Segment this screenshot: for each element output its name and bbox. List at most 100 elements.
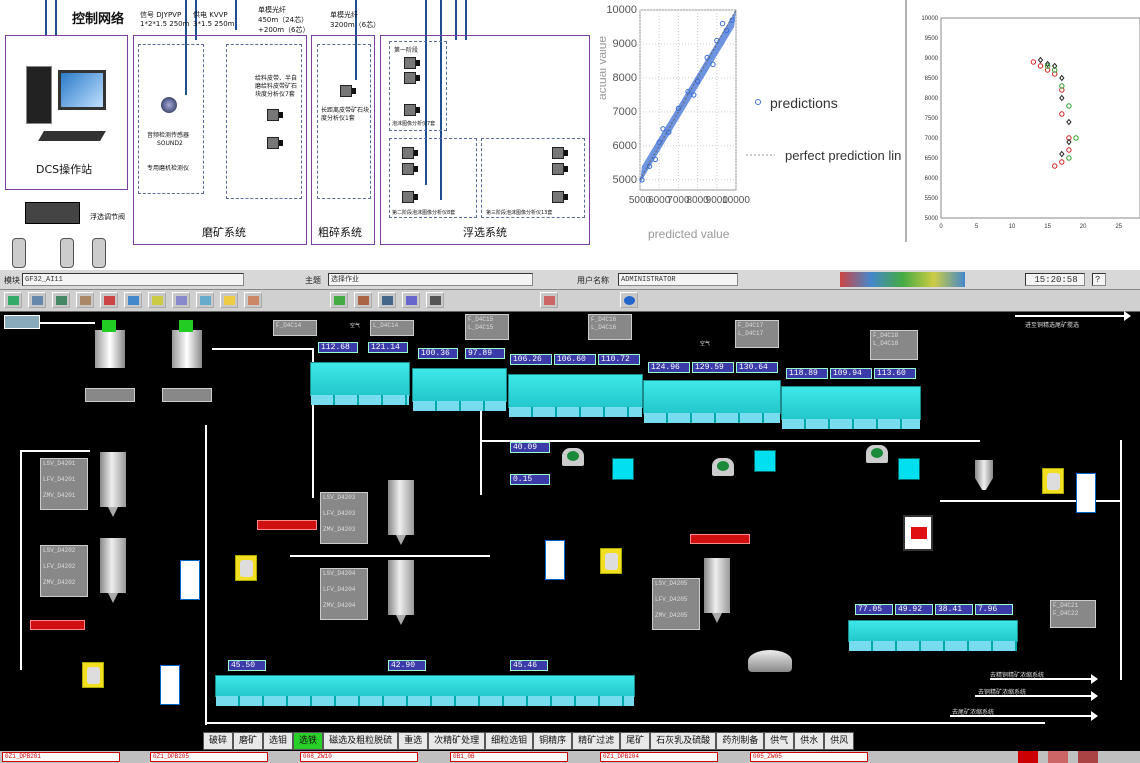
tab-7[interactable]: 细粒选钼 (485, 732, 534, 750)
thickener-vessel[interactable] (903, 515, 933, 551)
level-gauge (160, 665, 180, 705)
tab-1[interactable]: 磨矿 (233, 732, 264, 750)
agitator-tank-1[interactable] (95, 330, 125, 368)
tab-11[interactable]: 石灰乳及硫酸 (650, 732, 717, 750)
sump-box[interactable] (754, 450, 776, 472)
pump-box[interactable] (82, 662, 104, 688)
tab-13[interactable]: 供气 (764, 732, 795, 750)
outlet-arrow (1015, 311, 1131, 321)
alarm-item[interactable]: 0Z1_DPB204 (600, 752, 718, 762)
tag-box: F_D4C15 L_D4C15 (465, 314, 509, 340)
scavenger-cell-row[interactable] (215, 675, 635, 706)
to-copper1-label: 去精铜精矿浓缩系统 (990, 673, 1045, 679)
alarm-tag[interactable] (690, 534, 750, 544)
alarm-item[interactable]: 0Z1_DPB205 (150, 752, 268, 762)
y-tick-label: 6000 (613, 140, 637, 152)
sump-box[interactable] (612, 458, 634, 480)
tab-2[interactable]: 选钼 (263, 732, 294, 750)
sump-box[interactable] (898, 458, 920, 480)
alarm-item[interactable]: 005_ZW05 (750, 752, 868, 762)
pump-icon[interactable] (712, 458, 734, 476)
refresh-icon[interactable] (540, 292, 558, 308)
tag-label: LFV_D4205 (655, 596, 688, 603)
control-network-label: 控制网络 (72, 12, 125, 27)
table-icon[interactable] (76, 292, 94, 308)
alarm-item[interactable]: 008_ZW10 (300, 752, 418, 762)
pump-box[interactable] (600, 548, 622, 574)
flotation-cell-row-5[interactable] (781, 386, 921, 429)
cleaner-column-1[interactable] (100, 452, 126, 517)
alarm-tag[interactable] (257, 520, 317, 530)
users-icon[interactable] (124, 292, 142, 308)
tab-6[interactable]: 次精矿处理 (428, 732, 486, 750)
tab-9[interactable]: 精矿过滤 (572, 732, 621, 750)
pump-icon[interactable] (866, 445, 888, 463)
nav-arrows-icon[interactable] (4, 315, 40, 329)
pump-icon[interactable] (562, 448, 584, 466)
legend-marker-predictions (755, 99, 761, 105)
display-icon[interactable] (378, 292, 396, 308)
alarm-item[interactable]: 0B1_0B (450, 752, 568, 762)
tab-0[interactable]: 破碎 (203, 732, 234, 750)
pump-box[interactable] (1042, 468, 1064, 494)
flotation-cell-row-2[interactable] (412, 368, 507, 411)
trajectory-scatter-chart: 5000 5500 6000 6500 7000 7500 8000 8500 9000 9500… (905, 0, 1140, 242)
arrow-icon[interactable] (172, 292, 190, 308)
alarm-tag[interactable] (30, 620, 85, 630)
level-gauge (1076, 473, 1096, 513)
info-icon[interactable] (620, 292, 638, 308)
note-icon[interactable] (220, 292, 238, 308)
x-tick-label: 0 (939, 224, 943, 230)
flotation-cell-row-1[interactable] (310, 362, 410, 405)
tab-12[interactable]: 药剂制备 (716, 732, 765, 750)
tab-10[interactable]: 尾矿 (620, 732, 651, 750)
flotation-cell-row-3[interactable] (508, 374, 643, 417)
settings-icon[interactable] (426, 292, 444, 308)
cleaner-column-4[interactable] (388, 560, 414, 625)
trend-icon[interactable] (330, 292, 348, 308)
silence-icon[interactable] (1048, 751, 1068, 763)
cleaner-cell-row[interactable] (848, 620, 1018, 651)
dcs-box: DCS操作站 (5, 35, 128, 190)
chart-icon[interactable] (52, 292, 70, 308)
tab-8[interactable]: 铜精序 (533, 732, 573, 750)
theme-select[interactable]: 选择作业 (328, 273, 533, 286)
tab-15[interactable]: 供风 (824, 732, 855, 750)
tab-4[interactable]: 磁选及粗粒脱硫 (323, 732, 399, 750)
analyzer-sensor-icon (552, 191, 568, 203)
window-icon[interactable] (196, 292, 214, 308)
tag-box: F_D4C21 F_D4C22 (1050, 600, 1096, 628)
back-icon[interactable] (4, 292, 22, 308)
tag-label: L_D4C18 (873, 340, 899, 347)
stage1-group: 第一阶段 泡沫图像分析仪7套 (389, 41, 447, 131)
module-label: 模块 (4, 276, 20, 285)
module-select[interactable]: GF32_AI11 (22, 273, 244, 286)
tab-14[interactable]: 供水 (794, 732, 825, 750)
grid-icon[interactable] (100, 292, 118, 308)
right-value-3: 38.41 (935, 604, 973, 615)
prediction-scatter-svg: 5000600070008000900010000500060007000800… (595, 4, 909, 241)
thickener-icon[interactable] (748, 650, 792, 672)
pump-box[interactable] (235, 555, 257, 581)
agitator-tank-2[interactable] (172, 330, 202, 368)
acknowledge-icon[interactable] (1018, 751, 1038, 763)
filter-icon[interactable] (1078, 751, 1098, 763)
tag-label: LFV_D4201 (43, 476, 76, 483)
folder-icon[interactable] (148, 292, 166, 308)
flotation-cell-row-4[interactable] (643, 380, 781, 423)
export-icon[interactable] (244, 292, 262, 308)
pipe (205, 722, 1045, 724)
flow-value-9: 129.59 (692, 362, 734, 373)
cleaner-column-2[interactable] (100, 538, 126, 603)
print-icon[interactable] (28, 292, 46, 308)
y-tick-label: 8000 (925, 96, 939, 102)
cleaner-column-5[interactable] (704, 558, 730, 623)
help-button[interactable]: ? (1092, 273, 1106, 286)
system-tray-icons[interactable] (840, 272, 965, 287)
tab-3[interactable]: 选铁 (293, 732, 324, 750)
group-icon[interactable] (354, 292, 372, 308)
tab-5[interactable]: 重选 (398, 732, 429, 750)
cleaner-column-3[interactable] (388, 480, 414, 545)
alarm-item[interactable]: 0Z1_DPB201 (2, 752, 120, 762)
edit-icon[interactable] (402, 292, 420, 308)
